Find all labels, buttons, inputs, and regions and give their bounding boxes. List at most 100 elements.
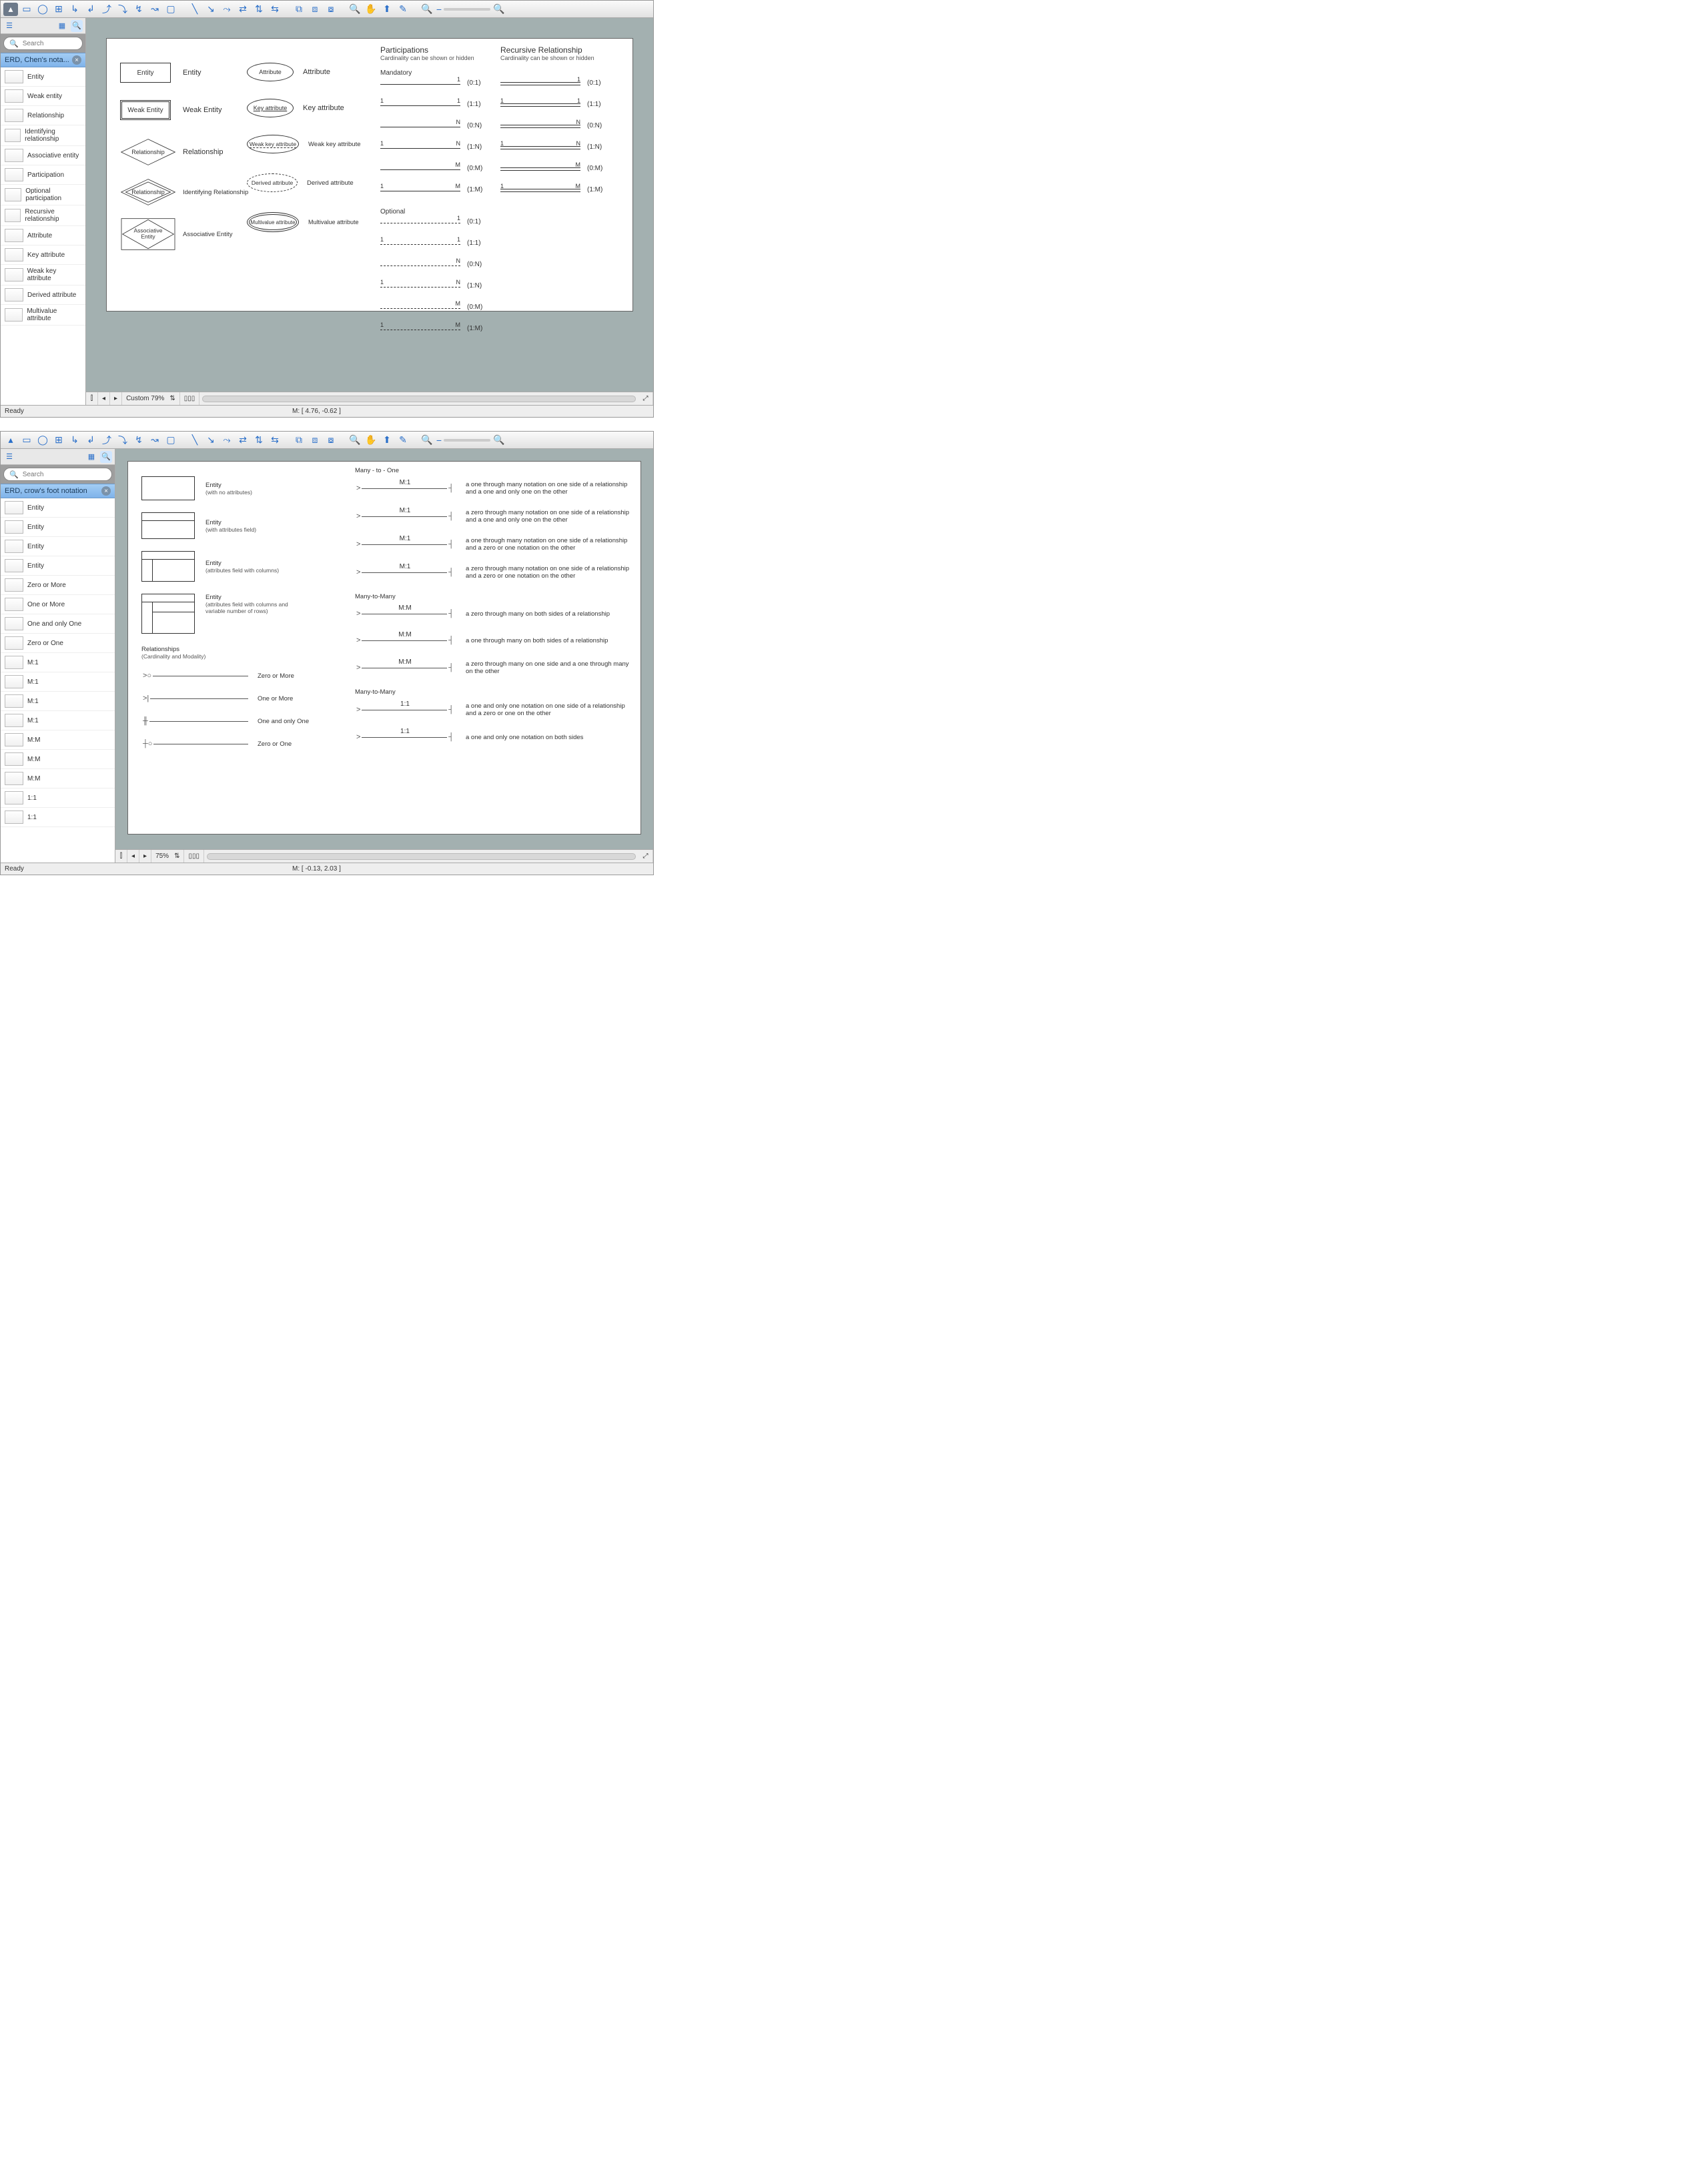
crowfoot-line[interactable]: ┼○	[141, 737, 248, 750]
ellipse-tool[interactable]: ◯	[35, 434, 50, 447]
crowfoot-line[interactable]: >┤M:1	[355, 482, 455, 495]
nav-prev[interactable]: ◂	[98, 392, 110, 405]
shape-weak-key-attr[interactable]: Weak key attribute	[247, 135, 299, 153]
zoom-in-tool[interactable]: 🔍	[348, 3, 362, 16]
close-icon[interactable]: ×	[101, 486, 111, 496]
crowfoot-line[interactable]: >|	[141, 692, 248, 705]
connector-6[interactable]: ↝	[147, 3, 162, 16]
connector-1[interactable]: ↳	[67, 434, 82, 447]
lib-item[interactable]: M:M	[1, 750, 115, 769]
lib-item[interactable]: 1:1	[1, 808, 115, 827]
connector-3[interactable]: ⤴	[99, 3, 114, 16]
shape-key-attr[interactable]: Key attribute	[247, 99, 294, 117]
group-1[interactable]: ⧉	[292, 3, 306, 16]
lib-item[interactable]: M:M	[1, 730, 115, 750]
group-3[interactable]: ⧇	[324, 434, 338, 447]
lib-item[interactable]: M:1	[1, 672, 115, 692]
crowfoot-line[interactable]: >┤1:1	[355, 730, 455, 744]
minus-icon[interactable]: −	[436, 3, 442, 16]
select-tool[interactable]: ▴	[3, 434, 18, 447]
line-5[interactable]: ⇅	[252, 434, 266, 447]
participation-line[interactable]: 1N	[380, 141, 460, 151]
canvas-page[interactable]: Entity Entity Weak Entity Weak Entity Re…	[106, 38, 633, 312]
participation-line[interactable]: 1	[380, 216, 460, 225]
hscroll[interactable]	[202, 396, 636, 402]
connector-5[interactable]: ↯	[131, 3, 146, 16]
lib-item[interactable]: M:1	[1, 653, 115, 672]
participation-line[interactable]: 1N	[500, 141, 580, 151]
lib-item[interactable]: Participation	[1, 165, 85, 185]
library-header[interactable]: ERD, Chen's nota... ×	[1, 53, 85, 67]
crowfoot-line[interactable]: >┤1:1	[355, 703, 455, 716]
zoom-in-icon[interactable]: 🔍	[492, 3, 506, 16]
shape-attribute[interactable]: Attribute	[247, 63, 294, 81]
connector-2[interactable]: ↲	[83, 3, 98, 16]
lib-item[interactable]: Entity	[1, 498, 115, 518]
nav-prev[interactable]: ◂	[127, 850, 139, 863]
minus-icon[interactable]: −	[436, 434, 442, 447]
tree-icon[interactable]: ☰	[3, 451, 15, 463]
participation-line[interactable]: 1M	[380, 323, 460, 332]
close-icon[interactable]: ×	[72, 55, 81, 65]
lib-item[interactable]: 1:1	[1, 788, 115, 808]
connector-4[interactable]: ⤵	[115, 434, 130, 447]
lib-item[interactable]: Key attribute	[1, 245, 85, 265]
lib-item[interactable]: Relationship	[1, 106, 85, 125]
zoom-in-tool[interactable]: 🔍	[348, 434, 362, 447]
zoom-slider[interactable]	[444, 439, 490, 442]
line-1[interactable]: ╲	[187, 3, 202, 16]
crowfoot-line[interactable]: >┤M:M	[355, 607, 455, 620]
line-6[interactable]: ⇆	[268, 434, 282, 447]
line-1[interactable]: ╲	[187, 434, 202, 447]
crowfoot-line[interactable]: >┤M:1	[355, 510, 455, 523]
participation-line[interactable]: 1	[380, 77, 460, 87]
page-tool[interactable]: ▢	[163, 434, 178, 447]
lib-item[interactable]: Derived attribute	[1, 286, 85, 305]
shape-assoc-entity[interactable]: AssociativeEntity	[120, 217, 176, 251]
shape-weak-entity[interactable]: Weak Entity	[120, 100, 171, 120]
rect-tool[interactable]: ▭	[19, 3, 34, 16]
tree-icon[interactable]: ☰	[3, 20, 15, 32]
corner-icon[interactable]: ⤢	[638, 392, 653, 405]
line-5[interactable]: ⇅	[252, 3, 266, 16]
shape-id-relationship[interactable]: Relationship	[120, 177, 176, 207]
lib-item[interactable]: Entity	[1, 556, 115, 576]
entity-cols[interactable]	[141, 551, 195, 582]
group-2[interactable]: ⧈	[308, 3, 322, 16]
hand-tool[interactable]: ✋	[364, 434, 378, 447]
line-2[interactable]: ↘	[203, 434, 218, 447]
text-tool[interactable]: ⊞	[51, 3, 66, 16]
connector-5[interactable]: ↯	[131, 434, 146, 447]
lib-item[interactable]: Weak entity	[1, 87, 85, 106]
lib-item[interactable]: M:1	[1, 692, 115, 711]
lib-item[interactable]: Identifying relationship	[1, 125, 85, 146]
nav-next[interactable]: ▸	[110, 392, 122, 405]
lib-item[interactable]: Associative entity	[1, 146, 85, 165]
view-icons[interactable]: ▯▯▯	[180, 392, 200, 405]
lib-item[interactable]: Entity	[1, 67, 85, 87]
wand-tool[interactable]: ✎	[396, 434, 410, 447]
zoom-in-icon[interactable]: 🔍	[492, 434, 506, 447]
line-6[interactable]: ⇆	[268, 3, 282, 16]
search-toggle-icon[interactable]: 🔍	[100, 451, 112, 463]
participation-line[interactable]: N	[380, 120, 460, 129]
zoom-out-icon[interactable]: 🔍	[420, 3, 434, 16]
pointer-tool[interactable]: ⬆	[380, 434, 394, 447]
line-4[interactable]: ⇄	[236, 434, 250, 447]
crowfoot-line[interactable]: >┤M:1	[355, 566, 455, 579]
page-tool[interactable]: ▢	[163, 3, 178, 16]
grid-view-icon[interactable]: ▦	[56, 20, 68, 32]
lib-item[interactable]: Attribute	[1, 226, 85, 245]
lib-item[interactable]: Recursive relationship	[1, 205, 85, 226]
pointer-tool[interactable]: ⬆	[380, 3, 394, 16]
participation-line[interactable]: 11	[380, 237, 460, 247]
line-2[interactable]: ↘	[203, 3, 218, 16]
connector-2[interactable]: ↲	[83, 434, 98, 447]
search-toggle-icon[interactable]: 🔍	[71, 20, 83, 32]
lib-item[interactable]: Weak key attribute	[1, 265, 85, 286]
corner-icon[interactable]: ⤢	[638, 850, 653, 863]
connector-1[interactable]: ↳	[67, 3, 82, 16]
entity-rows[interactable]	[141, 594, 195, 634]
participation-line[interactable]: 1M	[380, 184, 460, 193]
group-1[interactable]: ⧉	[292, 434, 306, 447]
